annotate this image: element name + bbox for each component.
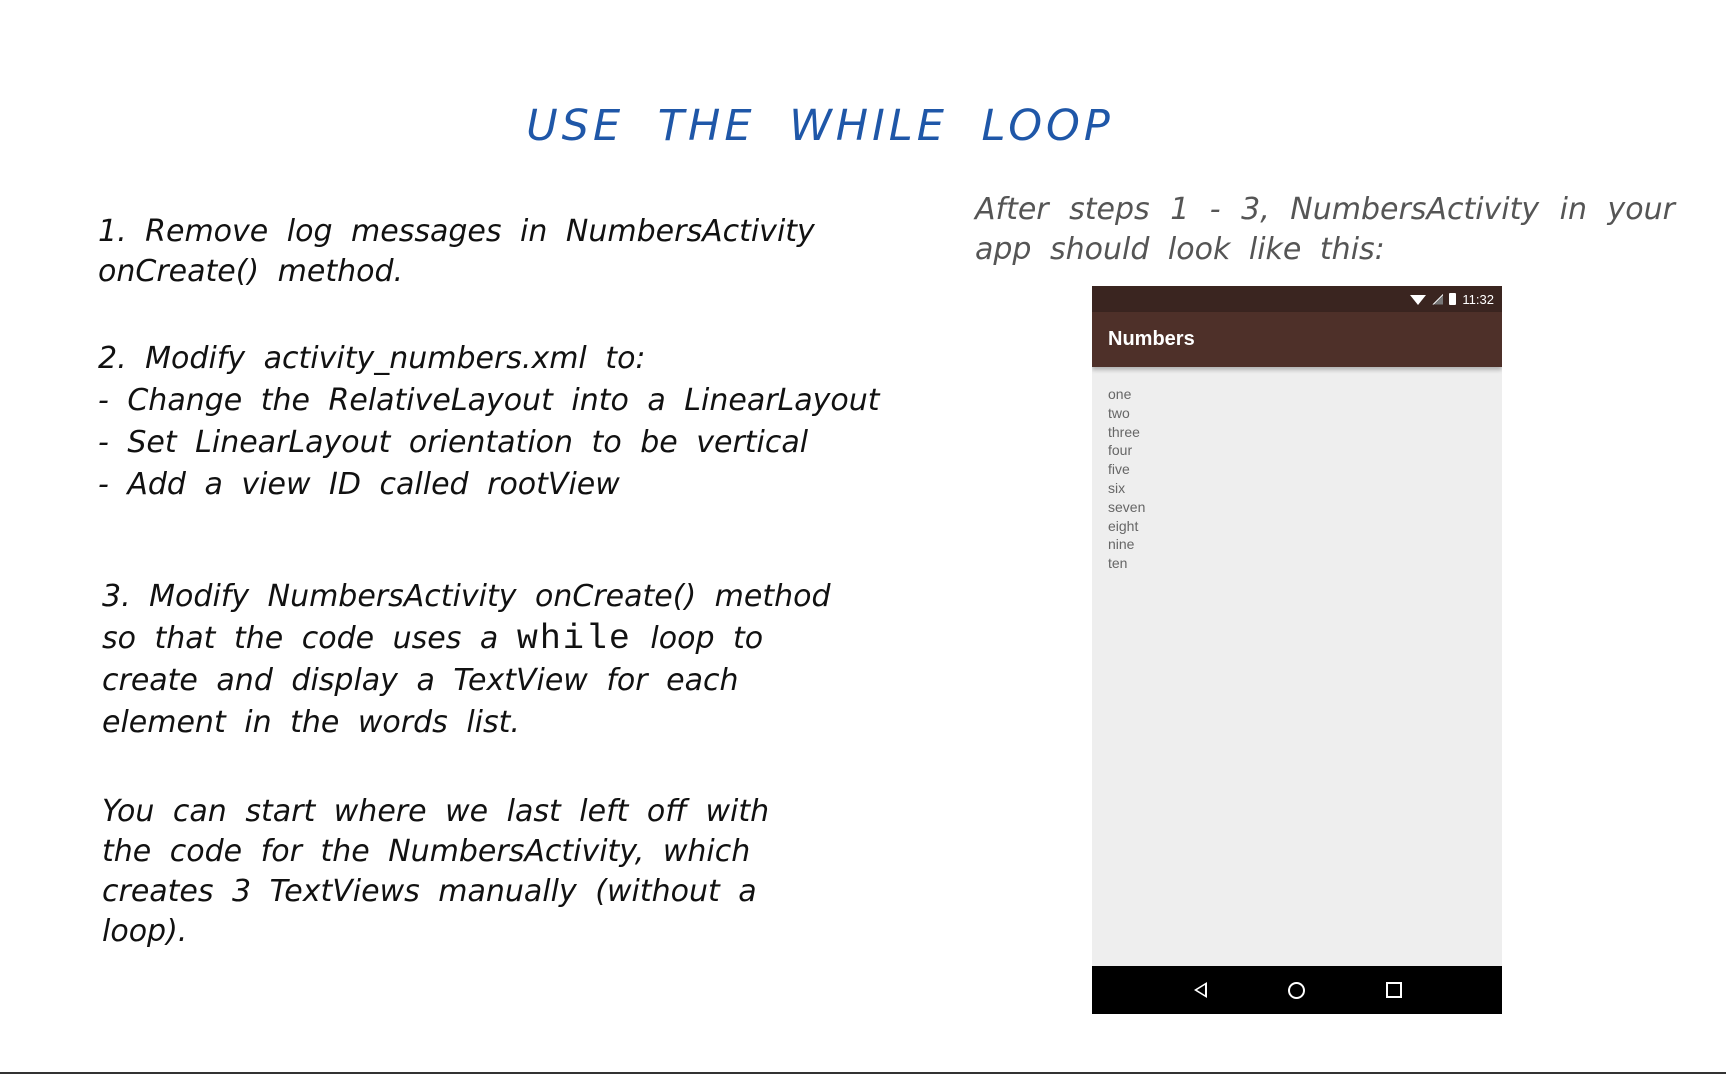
step-2-bullet-3: - Add a view ID called rootView [98, 467, 620, 502]
step-2-bullet-2: - Set LinearLayout orientation to be ver… [98, 425, 809, 460]
status-time: 11:32 [1462, 291, 1494, 307]
step-2-heading: 2. Modify activity_numbers.xml to: [98, 341, 646, 376]
recents-icon [1385, 982, 1402, 998]
phone-caption: After steps 1 - 3, NumbersActivity in yo… [975, 192, 1675, 267]
list-item: seven [1108, 498, 1146, 515]
step-3: 3. Modify NumbersActivity onCreate() met… [102, 576, 831, 744]
list-item: two [1108, 404, 1130, 421]
step-1-line-2: onCreate() method. [98, 254, 404, 289]
step-3-line-3: create and display a TextView for each [102, 663, 739, 698]
app-bar: Numbers [1092, 312, 1502, 367]
no-signal-icon [1432, 293, 1444, 305]
step-1: 1. Remove log messages in NumbersActivit… [98, 212, 815, 292]
note-line-2: the code for the NumbersActivity, which [102, 834, 751, 869]
recents-button[interactable] [1379, 975, 1409, 1005]
phone-screenshot: 11:32 Numbers one two three four five si… [1092, 286, 1502, 1014]
slide-title: USE THE WHILE LOOP [526, 100, 1114, 151]
step-3-line-2: so that the code uses a while loop to [102, 618, 831, 660]
words-list: one two three four five six seven eight … [1092, 367, 1502, 573]
wifi-icon [1410, 295, 1427, 305]
step-3-line-2-before: so that the code uses a [102, 621, 517, 656]
note: You can start where we last left off wit… [102, 792, 769, 952]
list-item: five [1108, 461, 1130, 478]
step-2: 2. Modify activity_numbers.xml to: - Cha… [98, 338, 880, 506]
step-1-line-1: 1. Remove log messages in NumbersActivit… [98, 214, 815, 249]
home-icon [1288, 981, 1306, 999]
list-item: four [1108, 442, 1133, 459]
back-button[interactable] [1185, 975, 1215, 1005]
back-icon [1193, 982, 1207, 998]
note-line-3: creates 3 TextViews manually (without a [102, 874, 757, 909]
list-item: ten [1108, 555, 1128, 572]
note-line-1: You can start where we last left off wit… [102, 794, 770, 829]
list-item: nine [1108, 536, 1135, 553]
status-bar: 11:32 [1092, 286, 1502, 312]
app-title: Numbers [1108, 328, 1195, 350]
while-code: while [516, 619, 632, 659]
list-item: three [1108, 423, 1140, 440]
navigation-bar [1092, 966, 1502, 1014]
step-3-line-2-after: loop to [631, 621, 764, 656]
note-line-4: loop). [102, 914, 188, 949]
home-button[interactable] [1282, 975, 1312, 1005]
step-3-line-1: 3. Modify NumbersActivity onCreate() met… [102, 579, 831, 614]
list-item: eight [1108, 517, 1139, 534]
list-item: six [1108, 479, 1126, 496]
step-3-line-4: element in the words list. [102, 705, 520, 740]
step-2-bullet-1: - Change the RelativeLayout into a Linea… [98, 383, 880, 418]
list-item: one [1108, 386, 1132, 402]
battery-icon [1449, 293, 1457, 305]
